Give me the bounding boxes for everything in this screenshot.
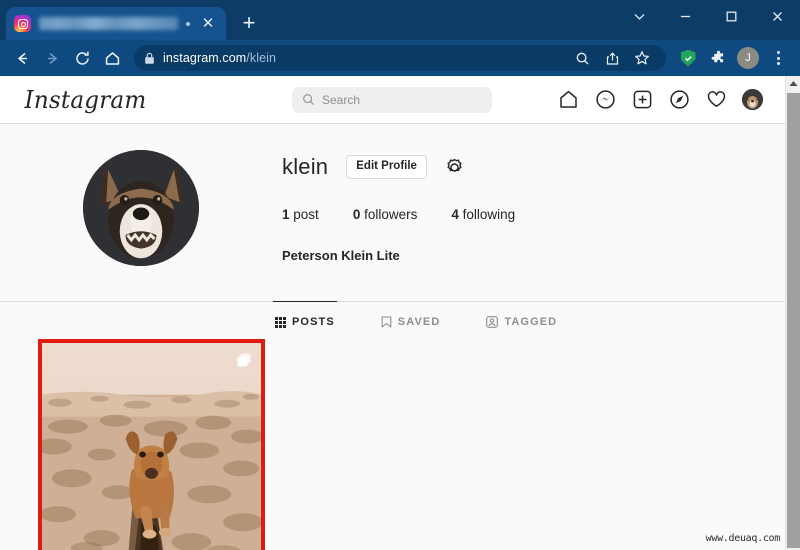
- window-controls: [616, 0, 800, 40]
- profile-header: klein Edit Profile 1 post 0 followers 4: [0, 124, 785, 266]
- search-icon[interactable]: [568, 44, 596, 72]
- browser-tab[interactable]: ✕: [6, 7, 226, 40]
- profile-tabs-container: POSTS SAVED TAGGED: [0, 301, 785, 329]
- tab-saved[interactable]: SAVED: [379, 301, 443, 328]
- profile-stats: 1 post 0 followers 4 following: [282, 207, 515, 222]
- tab-tagged-label: TAGGED: [504, 315, 558, 328]
- gear-icon[interactable]: [445, 157, 465, 177]
- watermark: www.deuaq.com: [705, 533, 781, 544]
- title-bar: ✕ +: [0, 0, 800, 40]
- close-icon[interactable]: ✕: [198, 14, 218, 34]
- scroll-up-icon[interactable]: [786, 76, 800, 91]
- window-close-icon[interactable]: [754, 0, 800, 32]
- tab-posts-label: POSTS: [292, 316, 335, 328]
- profile-avatar-large[interactable]: [83, 150, 199, 266]
- reload-icon[interactable]: [68, 44, 96, 72]
- instagram-header: Instagram Search: [0, 76, 785, 124]
- tab-tagged[interactable]: TAGGED: [484, 301, 559, 328]
- stat-posts[interactable]: 1 post: [282, 207, 319, 222]
- share-icon[interactable]: [598, 44, 626, 72]
- page-scrollbar[interactable]: [785, 76, 800, 550]
- edit-profile-button[interactable]: Edit Profile: [346, 155, 427, 179]
- instagram-page: Instagram Search klein Edit Profile 1 po…: [0, 76, 785, 550]
- explore-icon[interactable]: [668, 89, 690, 111]
- forward-arrow-icon[interactable]: [38, 44, 66, 72]
- messenger-icon[interactable]: [594, 89, 616, 111]
- profile-avatar[interactable]: [742, 89, 763, 110]
- profile-tabs: POSTS SAVED TAGGED: [38, 301, 747, 329]
- profile-avatar-column: [0, 150, 282, 266]
- minimize-icon[interactable]: [662, 0, 708, 32]
- bookmark-icon: [381, 315, 392, 328]
- new-post-icon[interactable]: [631, 89, 653, 111]
- browser-profile-avatar[interactable]: J: [737, 47, 759, 69]
- url-text: instagram.com/klein: [163, 51, 277, 65]
- tab-title-redacted: [39, 17, 178, 30]
- star-icon[interactable]: [628, 44, 656, 72]
- home-icon[interactable]: [557, 89, 579, 111]
- tab-posts[interactable]: POSTS: [273, 301, 337, 328]
- tab-saved-label: SAVED: [397, 315, 441, 328]
- carousel-icon: [236, 352, 252, 373]
- home-icon[interactable]: [98, 44, 126, 72]
- shield-check-icon[interactable]: [674, 44, 702, 72]
- stat-followers[interactable]: 0 followers: [353, 207, 418, 222]
- maximize-icon[interactable]: [708, 0, 754, 32]
- profile-name-row: klein Edit Profile: [282, 154, 515, 180]
- instagram-logo[interactable]: Instagram: [25, 86, 147, 114]
- post-thumbnail[interactable]: [38, 339, 265, 550]
- instagram-favicon: [14, 15, 31, 32]
- grid-icon: [275, 316, 286, 328]
- instagram-nav: [557, 89, 763, 111]
- kebab-menu-icon[interactable]: [764, 44, 792, 72]
- search-placeholder: Search: [322, 92, 361, 107]
- omnibox-actions: [568, 44, 656, 72]
- search-input[interactable]: Search: [292, 86, 492, 113]
- back-arrow-icon[interactable]: [8, 44, 36, 72]
- puzzle-icon[interactable]: [704, 44, 732, 72]
- profile-username: klein: [282, 154, 329, 179]
- post-grid: [0, 329, 785, 550]
- profile-info: klein Edit Profile 1 post 0 followers 4: [282, 150, 515, 266]
- tab-status-dot: [186, 21, 190, 26]
- chevron-down-icon[interactable]: [616, 0, 662, 32]
- browser-toolbar: instagram.com/klein J: [0, 40, 800, 76]
- browser-window: ✕ + instagram.com/klein J Instagram Sear…: [0, 0, 800, 550]
- new-tab-button[interactable]: +: [234, 8, 264, 38]
- tagged-person-icon: [486, 315, 499, 328]
- scrollbar-thumb[interactable]: [787, 93, 800, 548]
- page-viewport: Instagram Search klein Edit Profile 1 po…: [0, 76, 800, 550]
- post-image: [42, 343, 261, 550]
- search-icon: [303, 94, 314, 105]
- activity-heart-icon[interactable]: [705, 89, 727, 111]
- profile-full-name: Peterson Klein Lite: [282, 248, 400, 263]
- lock-icon: [144, 52, 155, 65]
- stat-following[interactable]: 4 following: [451, 207, 515, 222]
- address-bar[interactable]: instagram.com/klein: [134, 45, 666, 71]
